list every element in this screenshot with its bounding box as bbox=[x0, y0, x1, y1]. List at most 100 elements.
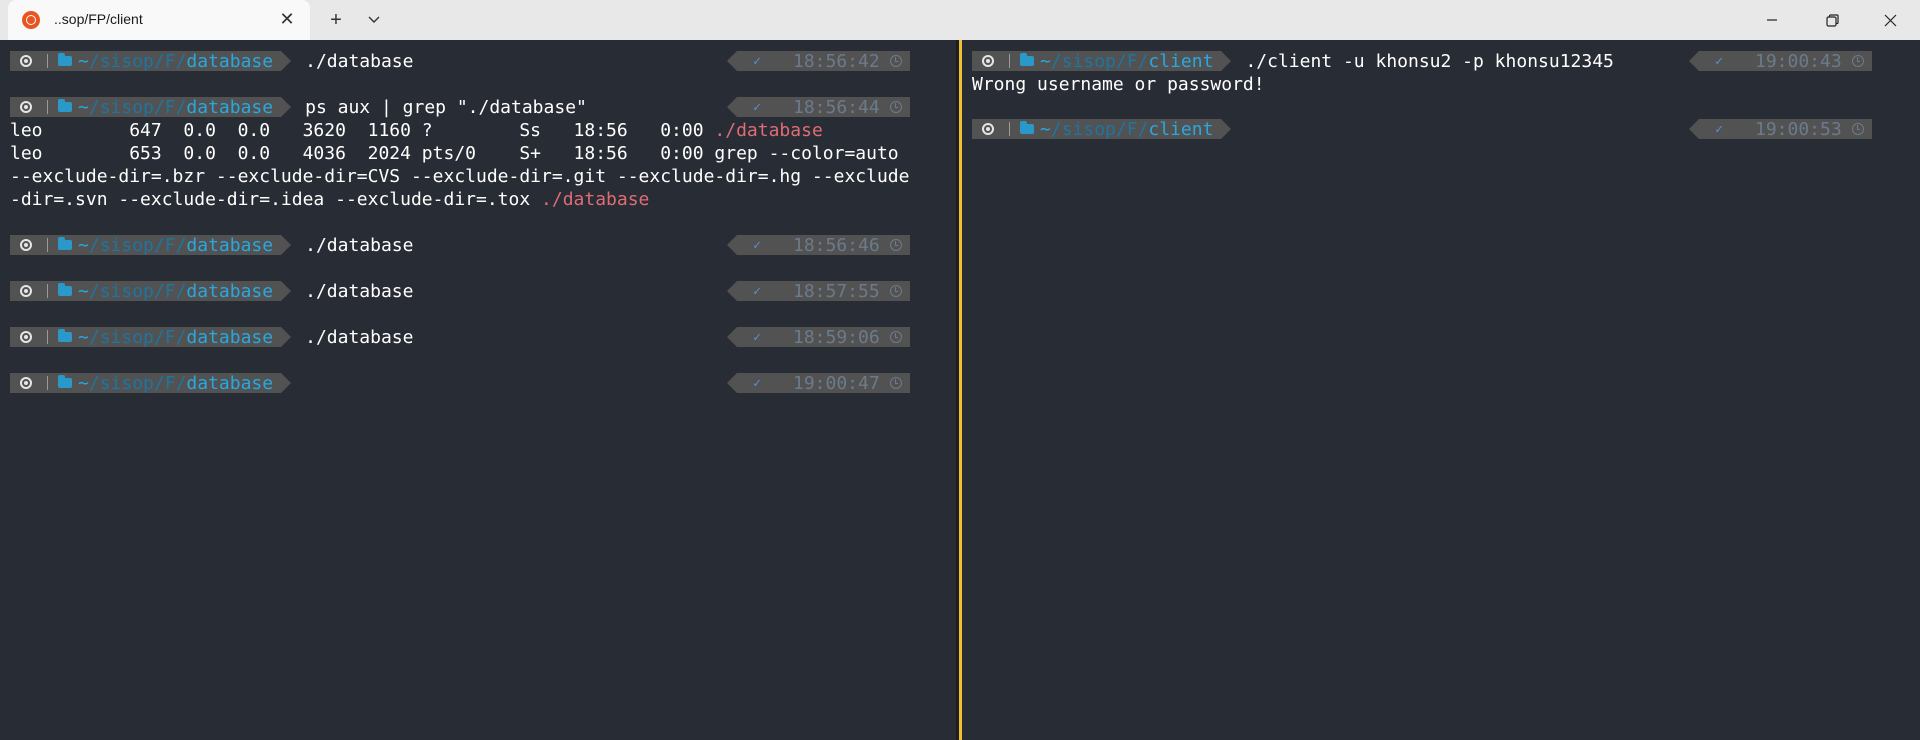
time-segment: 18:56:46 bbox=[777, 234, 910, 256]
close-icon bbox=[1884, 14, 1896, 26]
clock-icon bbox=[889, 331, 902, 343]
path-sep: / bbox=[153, 96, 165, 118]
path-current-dir: database bbox=[186, 234, 274, 256]
terminal-pane-left[interactable]: ~ / sisop / F / database ./database ✓ 18:56:42… bbox=[0, 40, 956, 740]
timestamp: 18:56:46 bbox=[793, 234, 880, 256]
prompt-line: ~ / sisop / F / client ./client -u khonsu2 -p … bbox=[972, 50, 1614, 72]
path-part: sisop bbox=[99, 280, 154, 302]
path-sep: / bbox=[175, 234, 187, 256]
path-current-dir: database bbox=[186, 280, 274, 302]
prompt-line: ~ / sisop / F / database ./database bbox=[10, 50, 413, 72]
path-part: F bbox=[1126, 50, 1138, 72]
path-current-dir: database bbox=[186, 50, 274, 72]
path-part: F bbox=[1126, 118, 1138, 140]
status-ok-icon: ✓ bbox=[737, 281, 777, 301]
folder-icon bbox=[58, 329, 72, 342]
command-text: ./database bbox=[305, 280, 414, 302]
path-sep: / bbox=[1050, 118, 1062, 140]
path-part: F bbox=[164, 96, 176, 118]
path-part: sisop bbox=[99, 372, 154, 394]
path-home: ~ bbox=[1040, 50, 1051, 72]
right-prompt: ✓ 18:57:55 bbox=[727, 281, 910, 302]
clock-icon bbox=[889, 55, 902, 67]
path-segment: ~ / sisop / F / database bbox=[48, 96, 282, 118]
path-home: ~ bbox=[1040, 118, 1051, 140]
path-sep: / bbox=[88, 50, 100, 72]
timestamp: 18:59:06 bbox=[793, 326, 880, 348]
path-sep: / bbox=[153, 234, 165, 256]
prompt-line: ~ / sisop / F / database ps aux | grep "./data… bbox=[10, 96, 587, 118]
command-text: ./database bbox=[305, 326, 414, 348]
folder-icon bbox=[58, 99, 72, 112]
os-segment bbox=[972, 119, 1010, 139]
path-segment: ~ / sisop / F / database bbox=[48, 280, 282, 302]
path-sep: / bbox=[1115, 118, 1127, 140]
status-ok-icon: ✓ bbox=[1699, 51, 1739, 71]
ubuntu-icon bbox=[982, 123, 994, 135]
chevron-down-icon bbox=[368, 16, 380, 23]
timestamp: 18:56:42 bbox=[793, 50, 880, 72]
path-current-dir: client bbox=[1148, 50, 1214, 72]
path-sep: / bbox=[1137, 118, 1149, 140]
path-sep: / bbox=[88, 372, 100, 394]
os-segment bbox=[10, 51, 48, 71]
terminal-pane-right[interactable]: ~ / sisop / F / client ./client -u khonsu2 -p … bbox=[962, 40, 1920, 740]
ubuntu-icon bbox=[20, 101, 32, 113]
path-segment: ~ / sisop / F / database bbox=[48, 372, 282, 394]
ubuntu-icon bbox=[20, 239, 32, 251]
os-segment bbox=[972, 51, 1010, 71]
minimize-button[interactable] bbox=[1744, 0, 1800, 40]
path-sep: / bbox=[88, 326, 100, 348]
ubuntu-icon bbox=[20, 377, 32, 389]
path-home: ~ bbox=[78, 372, 89, 394]
path-sep: / bbox=[153, 326, 165, 348]
prompt-line: ~ / sisop / F / database bbox=[10, 372, 305, 394]
right-prompt: ✓ 19:00:43 bbox=[1689, 51, 1872, 72]
path-sep: / bbox=[153, 372, 165, 394]
restore-icon bbox=[1825, 13, 1839, 27]
folder-icon bbox=[1020, 53, 1034, 66]
command-text: ps aux | grep "./database" bbox=[305, 96, 587, 118]
tab-close-button[interactable]: ✕ bbox=[276, 8, 298, 30]
os-segment bbox=[10, 235, 48, 255]
path-part: F bbox=[164, 326, 176, 348]
restore-button[interactable] bbox=[1804, 0, 1860, 40]
path-part: sisop bbox=[99, 326, 154, 348]
timestamp: 19:00:53 bbox=[1755, 118, 1842, 140]
os-segment bbox=[10, 373, 48, 393]
output-text: -dir=.svn --exclude-dir=.idea --exclude-… bbox=[10, 189, 542, 210]
timestamp: 18:56:44 bbox=[793, 96, 880, 118]
ubuntu-icon bbox=[20, 331, 32, 343]
folder-icon bbox=[58, 375, 72, 388]
command-text: ./database bbox=[305, 234, 414, 256]
clock-icon bbox=[1851, 55, 1864, 67]
tab-title: ..sop/FP/client bbox=[54, 11, 143, 27]
time-segment: 18:59:06 bbox=[777, 326, 910, 348]
right-prompt: ✓ 19:00:47 bbox=[727, 373, 910, 394]
ubuntu-logo-icon bbox=[22, 11, 40, 29]
error-message: Wrong username or password! bbox=[972, 74, 1265, 95]
grep-match: ./database bbox=[714, 120, 823, 141]
time-segment: 19:00:43 bbox=[1739, 51, 1872, 72]
path-part: sisop bbox=[99, 96, 154, 118]
process-row: leo 647 0.0 0.0 3620 1160 ? Ss 18:56 0:0… bbox=[10, 120, 715, 141]
path-current-dir: database bbox=[186, 96, 274, 118]
prompt-line: ~ / sisop / F / client bbox=[972, 118, 1245, 140]
minimize-icon bbox=[1767, 19, 1777, 21]
path-part: sisop bbox=[99, 50, 154, 72]
os-segment bbox=[10, 327, 48, 347]
path-part: sisop bbox=[1061, 50, 1116, 72]
terminal-tab[interactable]: ..sop/FP/client ✕ bbox=[8, 0, 310, 40]
ubuntu-icon bbox=[20, 55, 32, 67]
ubuntu-icon bbox=[982, 55, 994, 67]
time-segment: 18:56:44 bbox=[777, 96, 910, 118]
path-home: ~ bbox=[78, 96, 89, 118]
new-tab-button[interactable]: + bbox=[322, 7, 350, 33]
close-window-button[interactable] bbox=[1862, 0, 1918, 40]
clock-icon bbox=[889, 377, 902, 389]
path-part: F bbox=[164, 280, 176, 302]
time-segment: 19:00:53 bbox=[1739, 118, 1872, 140]
tab-dropdown-button[interactable] bbox=[360, 7, 388, 33]
os-segment bbox=[10, 97, 48, 117]
path-segment: ~ / sisop / F / database bbox=[48, 234, 282, 256]
